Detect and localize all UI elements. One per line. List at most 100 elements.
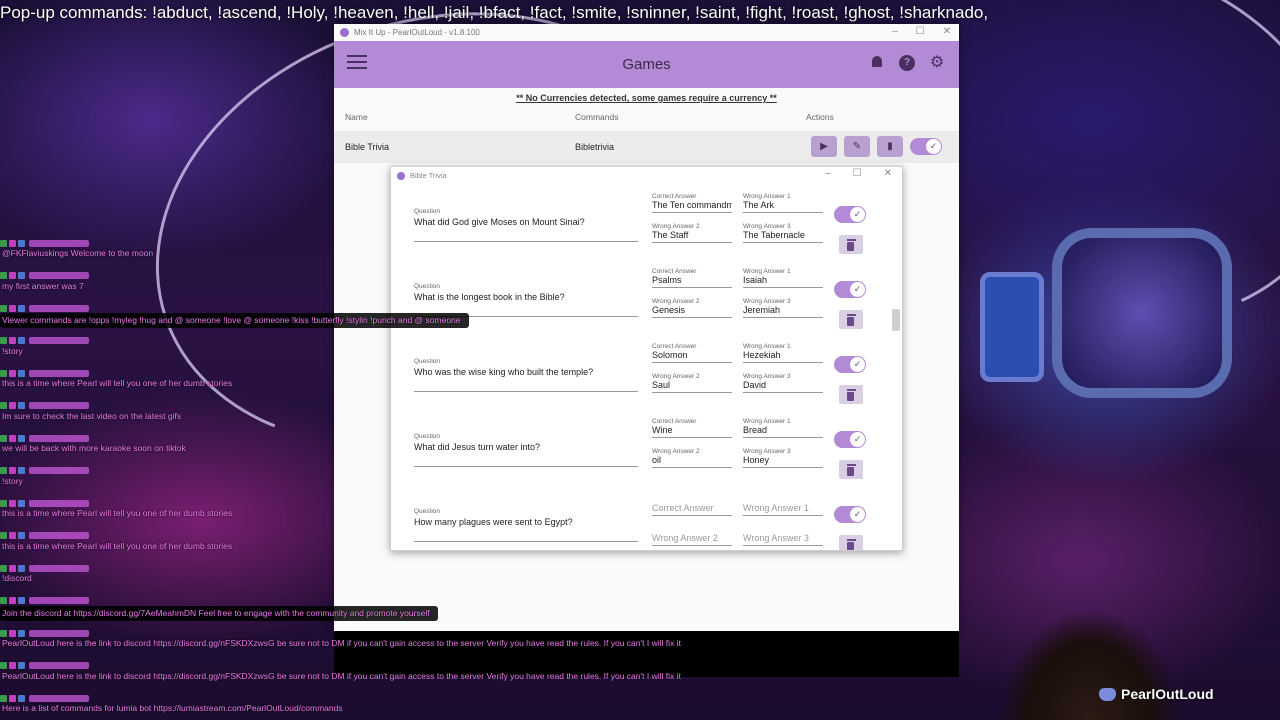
question-enabled-toggle[interactable]: ✓ xyxy=(834,506,866,523)
help-icon[interactable]: ? xyxy=(899,55,915,71)
badge-icon xyxy=(9,694,16,702)
chat-message: this is a time where Pearl will tell you… xyxy=(0,498,232,519)
chat-user-badges xyxy=(0,433,186,443)
check-icon: ✓ xyxy=(850,357,865,372)
wrong1-answer-field[interactable]: Wrong Answer 1 The Ark xyxy=(743,193,823,213)
badge-icon xyxy=(0,629,7,637)
minimize-icon[interactable]: – xyxy=(892,26,898,37)
delete-question-button[interactable] xyxy=(839,310,863,329)
play-button[interactable]: ▶ xyxy=(811,136,837,157)
game-command: Bibletrivia xyxy=(575,142,615,152)
badge-icon xyxy=(18,662,25,669)
badge-icon xyxy=(9,532,16,539)
chat-message: Join the discord at https://discord.gg/7… xyxy=(0,596,438,621)
chat-text: !story xyxy=(2,475,23,486)
chat-username xyxy=(29,662,89,669)
badge-icon xyxy=(9,402,16,409)
chat-user-badges xyxy=(0,596,438,606)
chat-text: !story xyxy=(2,345,23,356)
webcam-streamer xyxy=(1000,600,1180,720)
delete-question-button[interactable] xyxy=(839,535,863,550)
minimize-icon[interactable]: – xyxy=(825,168,831,179)
close-icon[interactable]: ✕ xyxy=(884,168,892,179)
badge-icon xyxy=(9,629,16,637)
correct-answer-field[interactable]: Correct AnswerThe Ten commandments xyxy=(652,193,732,213)
chat-text: !discord xyxy=(2,573,32,583)
close-icon[interactable]: ✕ xyxy=(943,26,951,37)
chat-text: this is a time where Pearl will tell you… xyxy=(2,540,233,551)
badge-icon xyxy=(9,564,16,572)
question-enabled-toggle[interactable]: ✓ xyxy=(834,431,866,448)
brand-tag: PearlOutLoud xyxy=(1099,686,1214,702)
badge-icon xyxy=(0,467,7,474)
currency-notice[interactable]: ** No Currencies detected, some games re… xyxy=(334,93,959,103)
badge-icon xyxy=(0,662,7,669)
delete-question-button[interactable] xyxy=(839,235,863,254)
correct-input[interactable]: The Ten commandments xyxy=(652,200,732,213)
table-row: Bible Trivia Bibletrivia ▶ ✎ ▮ ✓ xyxy=(334,131,959,163)
badge-icon xyxy=(0,597,7,604)
question-enabled-toggle[interactable]: ✓ xyxy=(834,281,866,298)
badge-icon xyxy=(9,337,16,344)
chat-user-badges xyxy=(0,303,469,313)
gear-icon[interactable]: ⚙ xyxy=(929,55,945,71)
chat-text: PearlOutLoud here is the link to discord… xyxy=(2,638,681,648)
page-title: Games xyxy=(622,56,671,73)
delete-question-button[interactable] xyxy=(839,385,863,404)
chat-message: !discord xyxy=(0,563,89,584)
check-icon: ✓ xyxy=(850,207,865,222)
badge-icon xyxy=(9,369,16,377)
chat-username xyxy=(29,369,89,377)
scrollbar-thumb[interactable] xyxy=(892,309,900,331)
bell-icon[interactable] xyxy=(869,55,885,71)
delete-button[interactable]: ▮ xyxy=(877,136,903,157)
chat-username xyxy=(29,434,89,442)
chat-user-badges xyxy=(0,271,89,281)
chat-user-badges xyxy=(0,238,153,248)
badge-icon xyxy=(0,564,7,572)
chat-username xyxy=(29,629,89,637)
chat-username xyxy=(29,694,89,702)
delete-question-button[interactable] xyxy=(839,460,863,479)
badge-icon xyxy=(18,434,25,442)
chat-user-badges xyxy=(0,628,681,638)
badge-icon xyxy=(18,337,25,344)
question-enabled-toggle[interactable]: ✓ xyxy=(834,206,866,223)
window-title: Mix It Up - PearlOutLoud - v1.8.100 xyxy=(354,28,480,37)
chat-message: @FKFlaviuskings Welcome to the moon xyxy=(0,238,153,259)
chat-message: !story xyxy=(0,466,89,487)
chat-text: my first answer was 7 xyxy=(2,280,84,291)
app-header: Games ? ⚙ xyxy=(334,41,959,88)
chat-user-badges xyxy=(0,336,89,346)
wrong2-label: Wrong Answer 2 xyxy=(652,223,700,230)
chat-text: Viewer commands are !opps !myleg !hug an… xyxy=(0,313,469,328)
question-field[interactable]: Question What did God give Moses on Mount… xyxy=(414,208,638,242)
wrong1-input[interactable]: The Ark xyxy=(743,200,823,213)
badge-icon xyxy=(18,629,25,637)
chat-user-badges xyxy=(0,661,681,671)
trash-icon: ▮ xyxy=(887,141,893,152)
badge-icon xyxy=(18,532,25,539)
trash-icon xyxy=(846,538,856,550)
chat-message: we will be back with more karaoke soon o… xyxy=(0,433,186,454)
chat-user-badges xyxy=(0,498,232,508)
chat-text: this is a time where Pearl will tell you… xyxy=(2,378,233,388)
badge-icon xyxy=(18,272,25,279)
wrong3-label: Wrong Answer 3 xyxy=(743,223,791,230)
question-enabled-toggle[interactable]: ✓ xyxy=(834,356,866,373)
window-titlebar: Mix It Up - PearlOutLoud - v1.8.100 – ☐ … xyxy=(334,24,959,41)
chat-message: this is a time where Pearl will tell you… xyxy=(0,531,232,552)
badge-icon xyxy=(0,402,7,409)
scrollbar[interactable] xyxy=(892,187,900,547)
chat-username xyxy=(29,564,89,572)
chat-user-badges xyxy=(0,563,89,573)
badge-icon xyxy=(18,304,25,312)
maximize-icon[interactable]: ☐ xyxy=(916,26,925,37)
maximize-icon[interactable]: ☐ xyxy=(853,168,862,179)
edit-button[interactable]: ✎ xyxy=(844,136,870,157)
menu-icon[interactable] xyxy=(347,55,367,71)
badge-icon xyxy=(9,662,16,669)
chat-message: Viewer commands are !opps !myleg !hug an… xyxy=(0,303,469,328)
game-enabled-toggle[interactable]: ✓ xyxy=(910,138,942,155)
badge-icon xyxy=(18,597,25,604)
